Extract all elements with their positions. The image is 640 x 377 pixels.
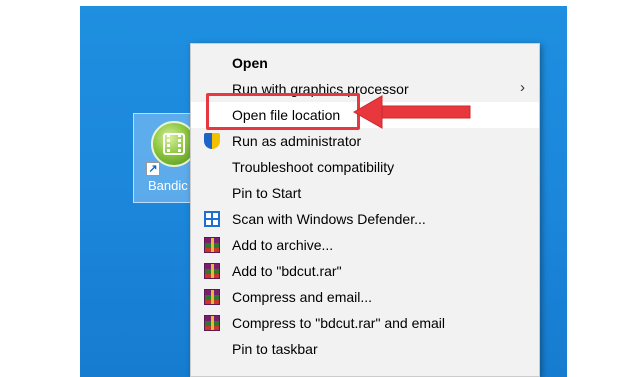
menu-item-label: Run as administrator	[232, 133, 362, 149]
menu-item-label: Troubleshoot compatibility	[232, 159, 395, 175]
windows-defender-icon	[204, 211, 220, 227]
menu-item-compress-to-bdcut-rar-and-email[interactable]: Compress to "bdcut.rar" and email	[191, 310, 539, 336]
chevron-right-icon: ›	[520, 79, 525, 96]
menu-item-label: Add to "bdcut.rar"	[232, 263, 342, 279]
menu-item-add-to-archive[interactable]: Add to archive...	[191, 232, 539, 258]
menu-item-scan-with-windows-defender[interactable]: Scan with Windows Defender...	[191, 206, 539, 232]
menu-item-open[interactable]: Open	[191, 50, 539, 76]
menu-item-pin-to-taskbar[interactable]: Pin to taskbar	[191, 336, 539, 362]
shortcut-arrow-icon: ↗	[146, 162, 160, 176]
menu-item-label: Pin to taskbar	[232, 341, 318, 357]
desktop-icon-label: Bandic	[148, 178, 188, 193]
annotation-arrow-icon	[352, 95, 471, 129]
winrar-icon	[204, 263, 220, 279]
menu-item-add-to-bdcut-rar[interactable]: Add to "bdcut.rar"	[191, 258, 539, 284]
menu-item-label: Compress and email...	[232, 289, 373, 305]
menu-item-label: Add to archive...	[232, 237, 334, 253]
menu-item-label: Compress to "bdcut.rar" and email	[232, 315, 446, 331]
annotation-highlight-box	[206, 93, 360, 130]
winrar-icon	[204, 237, 220, 253]
menu-item-label: Scan with Windows Defender...	[232, 211, 426, 227]
menu-item-compress-and-email[interactable]: Compress and email...	[191, 284, 539, 310]
menu-item-pin-to-start[interactable]: Pin to Start	[191, 180, 539, 206]
menu-item-troubleshoot-compatibility[interactable]: Troubleshoot compatibility	[191, 154, 539, 180]
winrar-icon	[204, 289, 220, 305]
menu-item-label: Open	[232, 55, 268, 71]
uac-shield-icon	[204, 133, 220, 149]
winrar-icon	[204, 315, 220, 331]
menu-item-label: Pin to Start	[232, 185, 302, 201]
